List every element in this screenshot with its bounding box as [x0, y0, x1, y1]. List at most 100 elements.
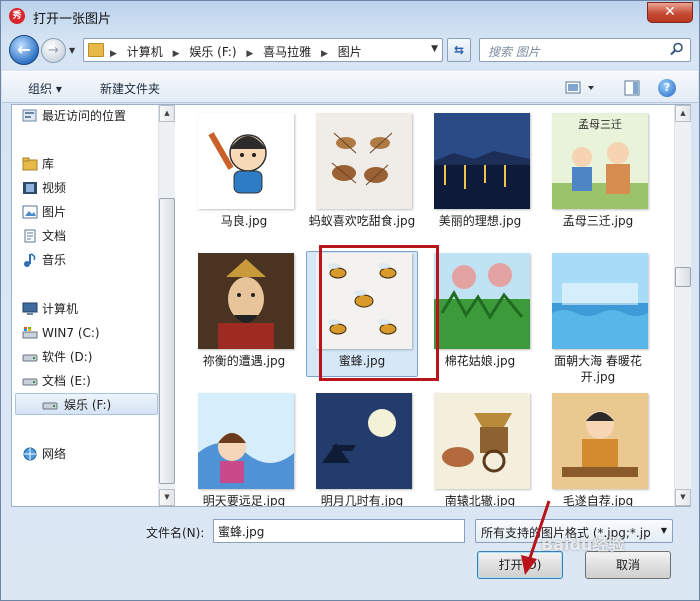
file-grid: 马良.jpg 蚂蚁喜欢吃甜食.jpg 美丽的理想.jpg 孟母三迁 孟母三迁.j…	[176, 105, 674, 506]
new-folder-button[interactable]: 新建文件夹	[100, 80, 160, 97]
sidebar-item-label: 软件 (D:)	[42, 350, 93, 364]
file-grid-scrollbar[interactable]: ▲ ▼	[674, 105, 691, 506]
breadcrumb-separator-icon: ▶	[246, 49, 254, 59]
sidebar-item-drive-f[interactable]: 娱乐 (F:)	[15, 393, 158, 415]
navigation-pane-scrollbar[interactable]: ▲ ▼	[158, 105, 175, 506]
search-box[interactable]: 搜索 图片	[479, 38, 691, 62]
thumbnail-caption: 孟母三迁	[578, 118, 622, 131]
search-placeholder: 搜索 图片	[488, 45, 540, 59]
back-button[interactable]: ←	[9, 35, 39, 65]
file-thumbnail	[434, 253, 530, 349]
breadcrumb: ▶ 计算机 ▶ 娱乐 (F:) ▶ 喜马拉雅 ▶ 图片	[110, 43, 368, 60]
sidebar-item-pictures[interactable]: 图片	[22, 201, 66, 223]
sidebar-item-label: 视频	[42, 181, 67, 195]
system-drive-icon	[22, 327, 38, 339]
title-bar[interactable]: 秀 打开一张图片 ✕	[1, 1, 699, 31]
sidebar-item-label: WIN7 (C:)	[42, 326, 100, 340]
sidebar-item-network[interactable]: 网络	[23, 443, 66, 465]
file-tile-maliang[interactable]: 马良.jpg	[184, 113, 300, 253]
organize-button[interactable]: 组织 ▾	[28, 80, 62, 97]
file-tile-sea[interactable]: 面朝大海 春暖花开.jpg	[538, 253, 654, 393]
sidebar-item-video[interactable]: 视频	[23, 177, 67, 199]
file-thumbnail	[552, 393, 648, 489]
address-dropdown-icon[interactable]: ▼	[431, 44, 438, 54]
file-name: 祢衡的遭遇.jpg	[202, 354, 286, 368]
video-library-icon	[23, 182, 37, 194]
view-options-icon[interactable]	[562, 78, 598, 98]
breadcrumb-pictures[interactable]: 图片	[338, 45, 362, 59]
file-thumbnail	[316, 393, 412, 489]
breadcrumb-himalaya[interactable]: 喜马拉雅	[263, 45, 311, 59]
sidebar-item-recent[interactable]: 最近访问的位置	[22, 105, 127, 127]
sidebar-item-drive-d[interactable]: 软件 (D:)	[22, 346, 93, 368]
file-thumbnail	[316, 113, 412, 209]
refresh-button[interactable]: ⇆	[447, 38, 471, 62]
file-thumbnail	[552, 253, 648, 349]
breadcrumb-separator-icon: ▶	[320, 49, 328, 59]
sidebar-item-library[interactable]: 库	[22, 153, 55, 175]
navigation-pane: 最近访问的位置 库 视频 图片 文档 音乐 计算机 WIN7 (C:) 软件 (…	[12, 105, 175, 506]
sidebar-item-drive-c[interactable]: WIN7 (C:)	[22, 322, 100, 344]
scroll-down-icon[interactable]: ▼	[159, 489, 175, 506]
file-thumbnail	[434, 393, 530, 489]
breadcrumb-drive-f[interactable]: 娱乐 (F:)	[189, 45, 236, 59]
drive-icon	[22, 378, 38, 386]
sidebar-item-label: 库	[42, 157, 55, 171]
file-tile-ideal[interactable]: 美丽的理想.jpg	[420, 113, 536, 253]
file-tile-outing[interactable]: 明天要远足.jpg	[184, 393, 300, 506]
file-thumbnail	[198, 253, 294, 349]
breadcrumb-separator-icon: ▶	[110, 49, 117, 59]
cancel-button[interactable]: 取消	[585, 551, 671, 579]
sidebar-item-computer[interactable]: 计算机	[22, 298, 79, 320]
scrollbar-thumb[interactable]	[675, 267, 691, 287]
content-area: 最近访问的位置 库 视频 图片 文档 音乐 计算机 WIN7 (C:) 软件 (…	[11, 104, 691, 507]
open-image-dialog: 秀 打开一张图片 ✕ ← → ▼ ▶ 计算机 ▶ 娱乐 (F:) ▶ 喜马拉雅 …	[0, 0, 700, 601]
file-tile-maosui[interactable]: 毛遂自荐.jpg	[538, 393, 654, 506]
scroll-up-icon[interactable]: ▲	[159, 105, 175, 122]
window-title: 打开一张图片	[33, 12, 112, 27]
folder-icon	[88, 43, 104, 57]
drive-icon	[22, 354, 38, 362]
file-name: 美丽的理想.jpg	[438, 214, 522, 228]
app-logo-icon: 秀	[9, 8, 25, 24]
search-icon[interactable]	[670, 42, 684, 56]
breadcrumb-separator-icon: ▶	[172, 49, 180, 59]
scroll-down-icon[interactable]: ▼	[675, 489, 691, 506]
sidebar-item-drive-e[interactable]: 文档 (E:)	[22, 370, 91, 392]
scrollbar-thumb[interactable]	[159, 198, 175, 484]
computer-icon	[22, 302, 38, 315]
address-bar[interactable]: ▶ 计算机 ▶ 娱乐 (F:) ▶ 喜马拉雅 ▶ 图片 ▼	[83, 38, 443, 62]
filename-input[interactable]: 蜜蜂.jpg	[213, 519, 465, 543]
file-name: 毛遂自荐.jpg	[562, 494, 634, 506]
sidebar-item-label: 文档 (E:)	[42, 374, 91, 388]
forward-button[interactable]: →	[41, 38, 66, 63]
sidebar-item-label: 最近访问的位置	[42, 109, 127, 123]
preview-pane-icon[interactable]	[622, 78, 642, 98]
file-thumbnail	[198, 393, 294, 489]
help-icon[interactable]: ?	[658, 79, 676, 97]
sidebar-item-label: 文档	[42, 229, 67, 243]
file-tile-miheng[interactable]: 祢衡的遭遇.jpg	[184, 253, 300, 393]
file-name: 马良.jpg	[220, 214, 268, 228]
recent-places-icon	[22, 109, 37, 122]
sidebar-item-documents[interactable]: 文档	[24, 225, 67, 247]
breadcrumb-computer[interactable]: 计算机	[127, 45, 163, 59]
sidebar-item-label: 娱乐 (F:)	[64, 398, 112, 412]
file-tile-mengmu[interactable]: 孟母三迁 孟母三迁.jpg	[538, 113, 654, 253]
close-button[interactable]: ✕	[647, 2, 693, 23]
file-tile-ants[interactable]: 蚂蚁喜欢吃甜食.jpg	[302, 113, 418, 253]
file-tile-moon[interactable]: 明月几时有.jpg	[302, 393, 418, 506]
highlight-annotation-box	[319, 245, 439, 381]
sidebar-item-label: 计算机	[42, 302, 79, 316]
file-name: 孟母三迁.jpg	[562, 214, 634, 228]
file-name: 棉花姑娘.jpg	[444, 354, 516, 368]
file-name: 明月几时有.jpg	[320, 494, 404, 506]
picture-library-icon	[22, 205, 38, 219]
sidebar-item-music[interactable]: 音乐	[24, 249, 66, 271]
navigation-bar: ← → ▼ ▶ 计算机 ▶ 娱乐 (F:) ▶ 喜马拉雅 ▶ 图片 ▼ ⇆ 搜索…	[1, 33, 699, 67]
file-tile-nanyuan[interactable]: 南辕北辙.jpg	[420, 393, 536, 506]
music-library-icon	[24, 253, 36, 267]
filename-label: 文件名(N):	[146, 526, 205, 540]
recent-pages-dropdown-icon[interactable]: ▼	[69, 46, 79, 56]
scroll-up-icon[interactable]: ▲	[675, 105, 691, 122]
